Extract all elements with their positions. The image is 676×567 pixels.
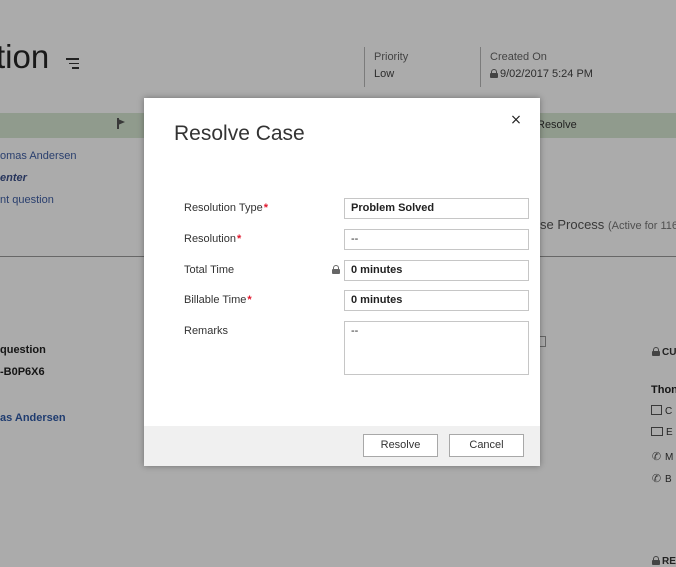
billable-time-input[interactable]: 0 minutes: [344, 290, 529, 311]
total-time-field: 0 minutes: [344, 260, 529, 281]
close-icon[interactable]: ×: [508, 112, 524, 128]
resolution-type-select[interactable]: Problem Solved: [344, 198, 529, 219]
cancel-button[interactable]: Cancel: [449, 434, 524, 457]
resolution-type-label: Resolution Type*: [184, 202, 268, 214]
remarks-textarea[interactable]: --: [344, 321, 529, 375]
resolution-label: Resolution*: [184, 233, 242, 245]
resolve-button[interactable]: Resolve: [363, 434, 438, 457]
remarks-label: Remarks: [184, 325, 229, 337]
billable-time-label: Billable Time*: [184, 294, 252, 306]
required-marker: *: [247, 294, 252, 306]
lock-icon: [332, 265, 340, 274]
dialog-title: Resolve Case: [174, 122, 305, 145]
resolution-input[interactable]: --: [344, 229, 529, 250]
resolve-case-dialog: Resolve Case × Resolution Type* Problem …: [144, 98, 540, 466]
total-time-label: Total Time: [184, 264, 235, 276]
required-marker: *: [236, 233, 242, 245]
dialog-footer: Resolve Cancel: [144, 426, 540, 466]
required-marker: *: [263, 202, 268, 214]
